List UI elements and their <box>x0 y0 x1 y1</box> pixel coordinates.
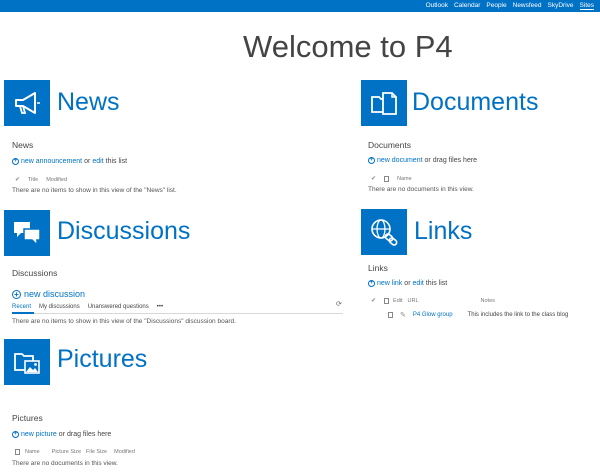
add-icon[interactable]: + <box>368 157 375 164</box>
edit-suffix: this list <box>425 280 448 287</box>
new-picture-link[interactable]: new picture <box>21 431 57 438</box>
column-file-size[interactable]: File Size <box>86 449 107 455</box>
links-title[interactable]: Links <box>414 217 472 246</box>
new-link-link[interactable]: new link <box>377 280 402 287</box>
link-url[interactable]: P4 Glow group <box>413 312 453 318</box>
links-tile[interactable] <box>361 209 407 255</box>
news-title[interactable]: News <box>57 88 120 117</box>
column-modified[interactable]: Modified <box>46 177 67 183</box>
discussion-tabs: Recent My discussions Unanswered questio… <box>12 304 171 310</box>
pictures-columns: Name Picture Size File Size Modified <box>15 449 143 455</box>
column-edit[interactable]: Edit <box>393 298 402 304</box>
suite-bar: Outlook Calendar People Newsfeed SkyDriv… <box>0 0 600 12</box>
news-empty-message: There are no items to show in this view … <box>12 187 177 194</box>
column-modified[interactable]: Modified <box>114 449 135 455</box>
edit-item-icon[interactable]: ✎ <box>400 311 406 319</box>
folder-picture-icon <box>14 353 40 374</box>
tab-divider <box>12 313 343 314</box>
file-type-icon <box>15 449 20 455</box>
suite-nav-sites[interactable]: Sites <box>579 2 594 10</box>
globe-chain-icon <box>371 219 398 246</box>
item-icon <box>388 312 393 318</box>
news-label: News <box>12 140 34 150</box>
table-row[interactable]: ✎ P4 Glow group This includes the link t… <box>368 311 568 319</box>
folder-document-icon <box>371 92 397 115</box>
news-actions: + new announcement or edit this list <box>12 158 127 165</box>
column-name[interactable]: Name <box>25 449 40 455</box>
new-discussion-link[interactable]: new discussion <box>24 289 85 299</box>
column-name[interactable]: Name <box>397 176 412 182</box>
documents-label: Documents <box>368 140 411 150</box>
suite-nav-people[interactable]: People <box>486 2 506 10</box>
or-text: or <box>84 158 91 165</box>
documents-empty-message: There are no documents in this view. <box>368 186 474 193</box>
tab-my-discussions[interactable]: My discussions <box>39 304 80 310</box>
more-options-icon[interactable]: ••• <box>157 304 163 310</box>
suite-nav-calendar[interactable]: Calendar <box>454 2 480 10</box>
refresh-icon[interactable]: ⟳ <box>336 300 342 308</box>
discussions-empty-message: There are no items to show in this view … <box>12 318 236 325</box>
file-type-icon <box>384 175 390 182</box>
suite-nav-skydrive[interactable]: SkyDrive <box>548 2 574 10</box>
discussions-tile[interactable] <box>4 210 50 256</box>
new-discussion-button[interactable]: + new discussion <box>12 289 85 299</box>
add-icon[interactable]: + <box>12 158 19 165</box>
tab-unanswered-questions[interactable]: Unanswered questions <box>88 304 149 310</box>
pictures-actions: + new picture or drag files here <box>12 431 111 438</box>
select-all-icon[interactable]: ✔ <box>371 297 376 304</box>
link-notes: This includes the link to the class blog <box>467 312 569 318</box>
links-label: Links <box>368 263 388 273</box>
select-all-icon[interactable]: ✔ <box>371 175 376 182</box>
edit-list-link[interactable]: edit <box>413 280 424 287</box>
edit-suffix: this list <box>105 158 128 165</box>
news-tile[interactable] <box>4 80 50 126</box>
new-document-link[interactable]: new document <box>377 157 423 164</box>
pictures-tile[interactable] <box>4 339 50 385</box>
pictures-title[interactable]: Pictures <box>57 345 147 374</box>
pictures-label: Pictures <box>12 413 43 423</box>
add-icon[interactable]: + <box>12 289 21 299</box>
column-notes[interactable]: Notes <box>481 298 495 304</box>
documents-title[interactable]: Documents <box>412 88 538 117</box>
documents-columns: ✔ Name <box>371 175 420 182</box>
select-all-icon[interactable]: ✔ <box>15 176 20 183</box>
news-columns: ✔ Title Modified <box>15 176 75 184</box>
links-columns: ✔ Edit URL Notes <box>371 297 503 304</box>
new-announcement-link[interactable]: new announcement <box>21 158 82 165</box>
page-title: Welcome to P4 <box>243 29 453 64</box>
add-icon[interactable]: + <box>368 280 375 287</box>
column-picture-size[interactable]: Picture Size <box>52 449 81 455</box>
megaphone-icon <box>15 92 40 114</box>
add-icon[interactable]: + <box>12 431 19 438</box>
column-url[interactable]: URL <box>408 298 419 304</box>
documents-actions: + new document or drag files here <box>368 157 477 164</box>
or-text: or <box>404 280 411 287</box>
drag-files-text: or drag files here <box>58 431 112 438</box>
links-actions: + new link or edit this list <box>368 280 447 287</box>
drag-files-text: or drag files here <box>424 157 478 164</box>
tab-recent[interactable]: Recent <box>12 304 31 310</box>
file-type-icon <box>384 297 390 304</box>
suite-nav: Outlook Calendar People Newsfeed SkyDriv… <box>420 2 594 10</box>
active-tab-indicator <box>12 312 34 314</box>
column-title[interactable]: Title <box>28 177 38 183</box>
suite-nav-outlook[interactable]: Outlook <box>426 2 448 10</box>
edit-list-link[interactable]: edit <box>92 158 103 165</box>
suite-nav-newsfeed[interactable]: Newsfeed <box>513 2 542 10</box>
speech-bubbles-icon <box>14 222 41 247</box>
discussions-label: Discussions <box>12 268 58 278</box>
documents-tile[interactable] <box>361 80 407 126</box>
discussions-title[interactable]: Discussions <box>57 217 190 246</box>
pictures-empty-message: There are no documents in this view. <box>12 460 118 467</box>
